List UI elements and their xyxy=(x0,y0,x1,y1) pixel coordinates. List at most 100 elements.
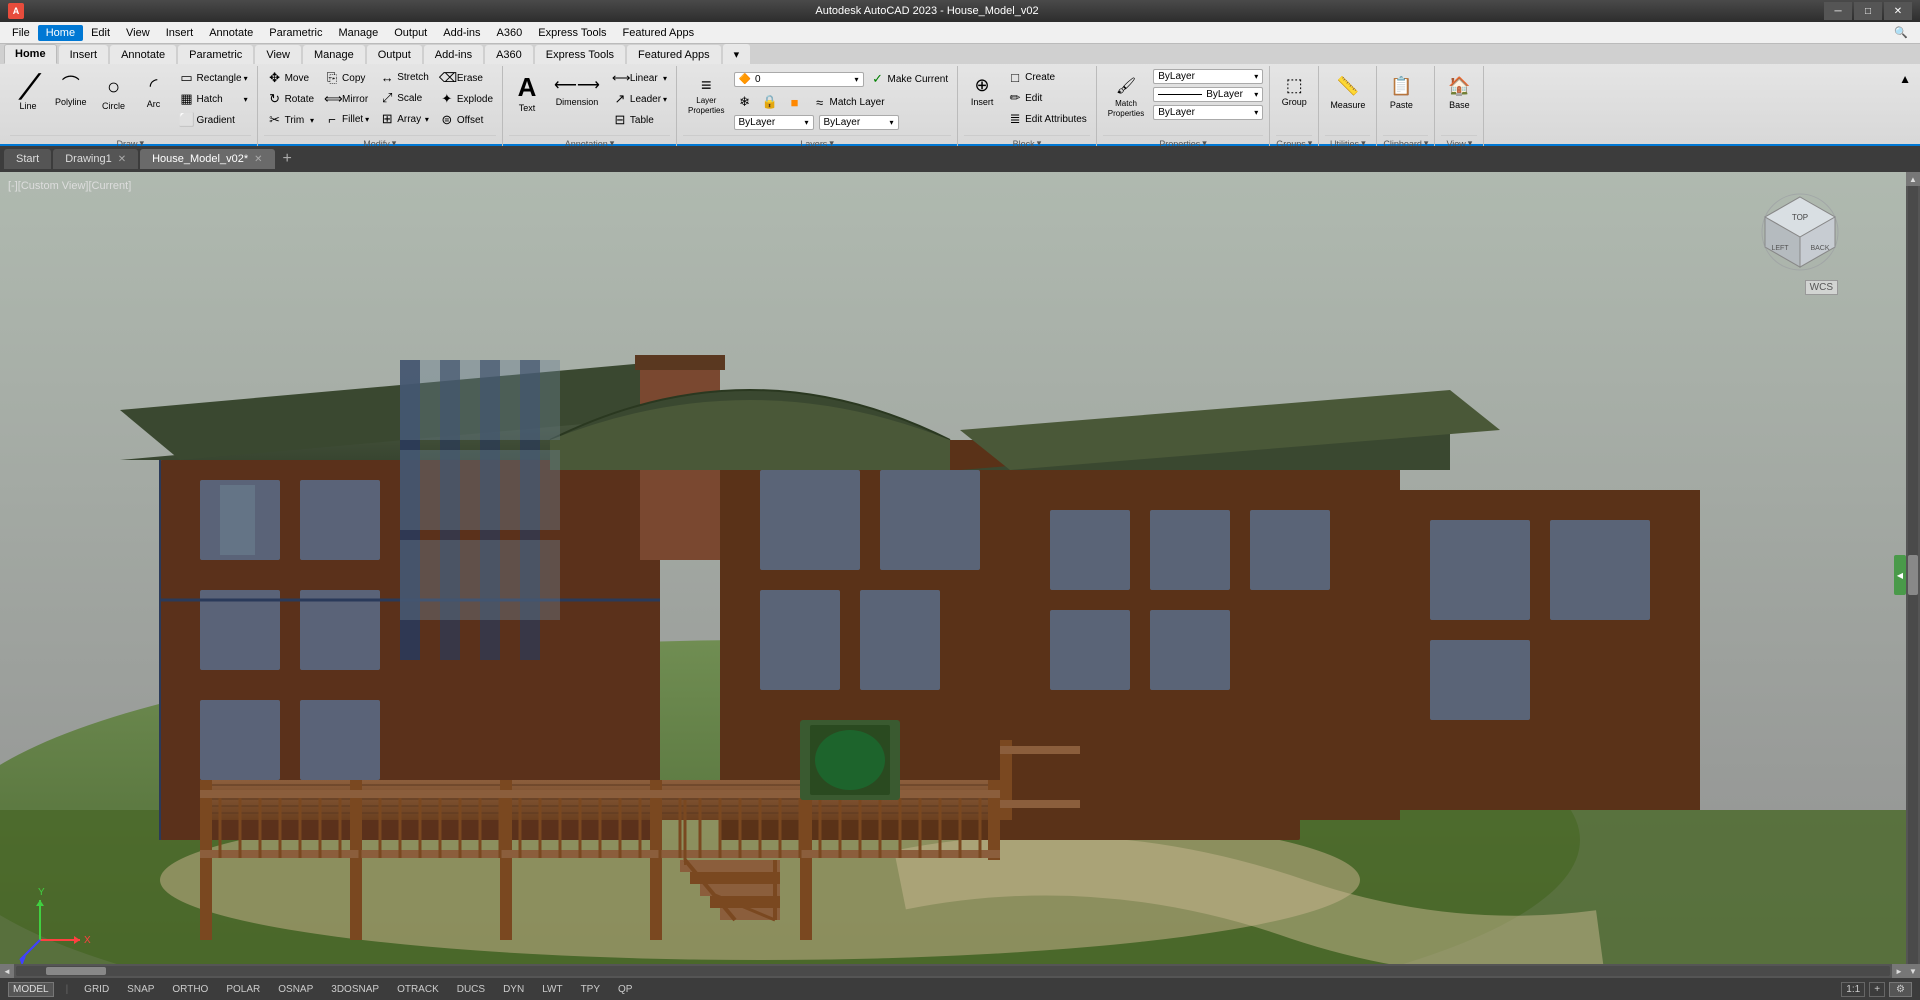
bylayer-color-dd[interactable]: ByLayer▾ xyxy=(1153,69,1263,84)
menu-a360[interactable]: A360 xyxy=(489,25,531,41)
status-grid[interactable]: GRID xyxy=(80,983,113,996)
status-qp[interactable]: QP xyxy=(614,983,636,996)
tab-express[interactable]: Express Tools xyxy=(535,45,625,64)
status-lwt[interactable]: LWT xyxy=(538,983,566,996)
tab-home[interactable]: Home xyxy=(4,44,57,64)
polyline-button[interactable]: ⌒ Polyline xyxy=(50,68,92,130)
add-tab-button[interactable]: + xyxy=(277,150,298,168)
status-otrack[interactable]: OTRACK xyxy=(393,983,443,996)
rotate-button[interactable]: ↻Rotate xyxy=(264,89,317,109)
gradient-button[interactable]: ⬜Gradient xyxy=(176,110,251,130)
text-button[interactable]: A Text xyxy=(509,68,545,130)
status-ortho[interactable]: ORTHO xyxy=(168,983,212,996)
hatch-button[interactable]: ▦Hatch▾ xyxy=(176,89,251,109)
tab-start[interactable]: Start xyxy=(4,149,51,169)
tab-manage[interactable]: Manage xyxy=(303,45,365,64)
status-dyn[interactable]: DYN xyxy=(499,983,528,996)
menu-manage[interactable]: Manage xyxy=(330,25,386,41)
create-block-button[interactable]: □Create xyxy=(1004,68,1090,87)
model-indicator[interactable]: MODEL xyxy=(8,982,54,997)
linear-dim-button[interactable]: ⟷Linear▾ xyxy=(609,68,670,88)
tab-insert[interactable]: Insert xyxy=(59,45,109,64)
scroll-thumb[interactable] xyxy=(1908,555,1918,595)
trim-button[interactable]: ✂Trim▾ xyxy=(264,110,317,130)
expand-button[interactable]: ◀ xyxy=(1894,555,1906,595)
offset-button[interactable]: ⊜Offset xyxy=(436,110,496,130)
status-snap[interactable]: SNAP xyxy=(123,983,158,996)
erase-button[interactable]: ⌫Erase xyxy=(436,68,496,88)
scroll-right-button[interactable]: ► xyxy=(1892,964,1906,978)
anno-scale[interactable]: 1:1 xyxy=(1841,982,1865,997)
leader-button[interactable]: ↗Leader▾ xyxy=(609,89,670,109)
copy-button[interactable]: ⎘Copy xyxy=(321,68,372,88)
collapse-ribbon-button[interactable]: ▲ xyxy=(1894,68,1916,90)
menu-parametric[interactable]: Parametric xyxy=(261,25,330,41)
menu-output[interactable]: Output xyxy=(386,25,435,41)
bylayer-lt-dd[interactable]: ByLayer▾ xyxy=(1153,87,1263,102)
array-button[interactable]: ⊞Array▾ xyxy=(376,109,432,129)
mirror-button[interactable]: ⟺Mirror xyxy=(321,89,372,109)
menu-insert[interactable]: Insert xyxy=(158,25,202,41)
linetype-dropdown[interactable]: ByLayer ▾ xyxy=(819,115,899,130)
menu-file[interactable]: File xyxy=(4,25,38,41)
menu-addins[interactable]: Add-ins xyxy=(435,25,488,41)
fillet-button[interactable]: ⌐Fillet▾ xyxy=(321,110,372,129)
menu-view[interactable]: View xyxy=(118,25,158,41)
tab-output[interactable]: Output xyxy=(367,45,422,64)
menu-search[interactable]: 🔍 xyxy=(1886,24,1916,41)
edit-attrs-button[interactable]: ≣Edit Attributes xyxy=(1004,109,1090,129)
menu-home[interactable]: Home xyxy=(38,25,83,41)
tab-a360[interactable]: A360 xyxy=(485,45,533,64)
viewport[interactable]: [-][Custom View][Current] xyxy=(0,172,1920,978)
tab-parametric[interactable]: Parametric xyxy=(178,45,253,64)
close-drawing1[interactable]: ✕ xyxy=(118,154,126,165)
tab-customize[interactable]: ▾ xyxy=(723,44,751,64)
scale-button[interactable]: ⤢Scale xyxy=(376,88,432,108)
tab-featured[interactable]: Featured Apps xyxy=(627,45,721,64)
layer-properties-button[interactable]: ≡ Layer Properties xyxy=(683,68,729,130)
layer-freeze-button[interactable]: ❄ xyxy=(734,92,756,112)
tab-drawing1[interactable]: Drawing1 ✕ xyxy=(53,149,138,169)
tab-addins[interactable]: Add-ins xyxy=(424,45,483,64)
color-dropdown[interactable]: ByLayer ▾ xyxy=(734,115,814,130)
circle-button[interactable]: ○ Circle xyxy=(96,68,132,130)
menu-featured[interactable]: Featured Apps xyxy=(615,25,703,41)
make-current-button[interactable]: ✓Make Current xyxy=(867,69,952,89)
edit-block-button[interactable]: ✏Edit xyxy=(1004,88,1090,108)
stretch-button[interactable]: ↔Stretch xyxy=(376,68,432,87)
dimension-button[interactable]: ⟵⟶ Dimension xyxy=(549,68,605,130)
match-layer-button[interactable]: ≈Match Layer xyxy=(809,93,888,112)
close-house-model[interactable]: ✕ xyxy=(254,154,262,165)
table-button[interactable]: ⊟Table xyxy=(609,110,670,130)
status-3dosnap[interactable]: 3DOSNAP xyxy=(327,983,383,996)
minimize-button[interactable]: ─ xyxy=(1824,2,1852,20)
tab-view[interactable]: View xyxy=(255,45,301,64)
bylayer-lw-dd[interactable]: ByLayer▾ xyxy=(1153,105,1263,120)
menu-annotate[interactable]: Annotate xyxy=(201,25,261,41)
status-ducs[interactable]: DUCS xyxy=(453,983,489,996)
line-button[interactable]: ╱ Line xyxy=(10,68,46,130)
viewcube[interactable]: TOP LEFT BACK xyxy=(1760,192,1840,272)
status-polar[interactable]: POLAR xyxy=(222,983,264,996)
bottom-scrollbar[interactable]: ◄ ► xyxy=(0,964,1906,978)
scroll-up-button[interactable]: ▲ xyxy=(1906,172,1920,186)
viewport-scale[interactable]: + xyxy=(1869,982,1885,997)
tab-annotate[interactable]: Annotate xyxy=(110,45,176,64)
workspace-switcher[interactable]: ⚙ xyxy=(1889,982,1912,997)
insert-button[interactable]: ⊕ Insert xyxy=(964,68,1000,130)
move-button[interactable]: ✥Move xyxy=(264,68,317,88)
tab-house-model[interactable]: House_Model_v02* ✕ xyxy=(140,149,274,169)
h-scroll-thumb[interactable] xyxy=(46,967,106,975)
measure-button[interactable]: 📏 Measure xyxy=(1325,68,1370,130)
match-properties-button[interactable]: 🖌 Match Properties xyxy=(1103,68,1149,130)
scroll-down-button[interactable]: ▼ xyxy=(1906,964,1920,978)
arc-button[interactable]: ◜ Arc xyxy=(136,68,172,130)
layer-color-button[interactable]: ■ xyxy=(784,93,806,112)
paste-button[interactable]: 📋 Paste xyxy=(1383,68,1419,130)
scroll-left-button[interactable]: ◄ xyxy=(0,964,14,978)
rectangle-button[interactable]: ▭Rectangle▾ xyxy=(176,68,251,88)
layer-dropdown[interactable]: 🔶 0 ▾ xyxy=(734,72,864,87)
base-view-button[interactable]: 🏠 Base xyxy=(1441,68,1477,130)
restore-button[interactable]: □ xyxy=(1854,2,1882,20)
layer-lock-button[interactable]: 🔒 xyxy=(759,92,781,112)
